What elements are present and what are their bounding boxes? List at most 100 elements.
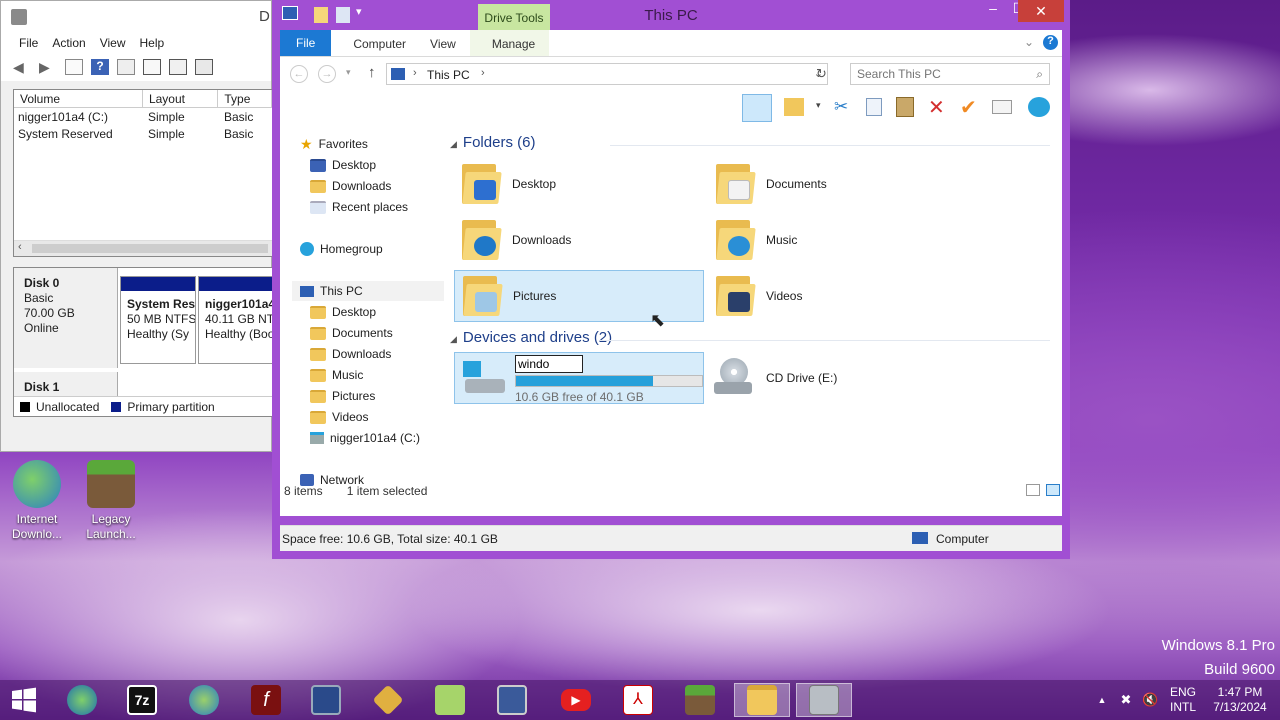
dropdown-icon[interactable]: ▾ — [816, 100, 821, 111]
properties-icon[interactable] — [65, 59, 83, 75]
forward-button[interactable]: → — [318, 65, 336, 83]
language-indicator[interactable]: ENG INTL — [1166, 680, 1200, 720]
taskbar-tool[interactable] — [360, 683, 416, 717]
nav-pc-videos[interactable]: Videos — [310, 407, 368, 427]
console-tree-icon[interactable] — [117, 59, 135, 75]
menu-action[interactable]: Action — [52, 36, 85, 50]
taskbar-browser[interactable] — [54, 683, 110, 717]
cd-drive-tile[interactable]: CD Drive (E:) — [708, 352, 958, 404]
back-button[interactable]: ← — [290, 65, 308, 83]
properties-globe-icon[interactable] — [1028, 97, 1050, 117]
horizontal-scrollbar[interactable]: ‹ — [14, 240, 272, 256]
collapse-icon[interactable]: ◢ — [450, 139, 457, 149]
column-type[interactable]: Type — [218, 90, 272, 107]
nav-pc-pictures[interactable]: Pictures — [310, 386, 375, 406]
refresh-icon[interactable] — [143, 59, 161, 75]
column-layout[interactable]: Layout — [143, 90, 219, 107]
partition-c[interactable]: nigger101a4 40.11 GB NTF Healthy (Boo — [198, 276, 274, 364]
folder-videos[interactable]: Videos — [708, 270, 958, 322]
breadcrumb-separator-icon[interactable]: › — [413, 67, 417, 79]
breadcrumb[interactable]: This PC — [427, 68, 470, 82]
nav-fav-recent[interactable]: Recent places — [310, 197, 408, 217]
paste-icon[interactable] — [896, 97, 914, 117]
nav-pc-documents[interactable]: Documents — [310, 323, 393, 343]
refresh-icon[interactable]: ↻ — [816, 66, 827, 82]
menu-view[interactable]: View — [100, 36, 126, 50]
folder-documents[interactable]: Documents — [708, 158, 958, 210]
rescan-icon[interactable] — [195, 59, 213, 75]
nav-favorites[interactable]: ★ Favorites — [300, 134, 368, 154]
taskbar-explorer[interactable] — [734, 683, 790, 717]
taskbar-flash[interactable]: f — [238, 683, 294, 717]
folder-options-icon[interactable] — [784, 98, 804, 116]
desktop-icon-internet-download[interactable]: Internet Downlo... — [2, 460, 72, 542]
up-button[interactable]: ↑ — [368, 64, 376, 81]
column-volume[interactable]: Volume — [14, 90, 143, 107]
folder-downloads[interactable]: Downloads — [454, 214, 704, 266]
folder-desktop[interactable]: Desktop — [454, 158, 704, 210]
tiles-view-icon[interactable] — [1046, 484, 1060, 496]
show-hidden-icons[interactable]: ▲ — [1096, 680, 1108, 720]
search-box[interactable]: ⌕ — [850, 63, 1050, 85]
devices-group-header[interactable]: ◢ Devices and drives (2) — [450, 329, 1050, 351]
nav-thispc[interactable]: This PC — [292, 281, 444, 301]
ribbon-expand-icon[interactable]: ⌄ — [1024, 35, 1034, 49]
recent-locations-icon[interactable]: ▾ — [346, 67, 351, 78]
taskbar-pdf[interactable]: ⅄ — [610, 683, 666, 717]
tab-view[interactable]: View — [420, 30, 470, 56]
nav-pc-drive-c[interactable]: nigger101a4 (C:) — [310, 428, 420, 448]
tab-manage[interactable]: Manage — [469, 30, 550, 56]
taskbar-disk-management[interactable] — [796, 683, 852, 717]
scroll-left-icon[interactable]: ‹ — [18, 241, 22, 253]
copy-icon[interactable] — [866, 98, 882, 116]
details-view-icon[interactable] — [1026, 484, 1040, 496]
taskbar-minecraft[interactable] — [672, 683, 728, 717]
forward-arrow-icon[interactable]: ▶ — [39, 59, 57, 75]
nav-fav-downloads[interactable]: Downloads — [310, 176, 391, 196]
address-bar[interactable]: › This PC › ⌄ — [386, 63, 828, 85]
tab-file[interactable]: File — [280, 30, 332, 56]
scroll-thumb[interactable] — [32, 244, 268, 253]
nav-pc-desktop[interactable]: Desktop — [310, 302, 376, 322]
nav-homegroup[interactable]: Homegroup — [300, 239, 383, 259]
search-input[interactable] — [857, 65, 1027, 83]
help-icon[interactable]: ? — [1043, 35, 1058, 50]
taskbar-monitor[interactable] — [484, 683, 540, 717]
help-icon[interactable]: ? — [91, 59, 109, 75]
folders-group-header[interactable]: ◢ Folders (6) — [450, 134, 1050, 156]
drive-c-tile[interactable]: 10.6 GB free of 40.1 GB — [454, 352, 704, 404]
desktop-icon-legacy-launcher[interactable]: Legacy Launch... — [76, 460, 146, 542]
volume-muted-icon[interactable]: 🔇 — [1142, 680, 1158, 720]
back-arrow-icon[interactable]: ◀ — [13, 59, 31, 75]
collapse-icon[interactable]: ◢ — [450, 334, 457, 344]
tab-computer[interactable]: Computer — [331, 30, 420, 56]
disk1-label[interactable]: Disk 1 — [14, 372, 118, 398]
clock[interactable]: 1:47 PM 7/13/2024 — [1204, 680, 1276, 720]
nav-pc-downloads[interactable]: Downloads — [310, 344, 391, 364]
settings-icon[interactable] — [169, 59, 187, 75]
nav-pc-music[interactable]: Music — [310, 365, 363, 385]
explorer-titlebar[interactable]: ▾ Drive Tools This PC – ☐ ✕ — [280, 0, 1064, 31]
nav-fav-desktop[interactable]: Desktop — [310, 155, 376, 175]
table-row[interactable]: System Reserved Simple Basic — [14, 125, 272, 142]
taskbar-7zip[interactable]: 7z — [114, 683, 170, 717]
taskbar-virtualbox[interactable] — [298, 683, 354, 717]
delete-icon[interactable]: ✕ — [928, 95, 945, 120]
start-button[interactable] — [0, 683, 48, 717]
taskbar-notepad[interactable] — [422, 683, 478, 717]
folder-music[interactable]: Music — [708, 214, 958, 266]
rename-input[interactable] — [515, 355, 583, 373]
menu-help[interactable]: Help — [140, 36, 165, 50]
minimize-button[interactable]: – — [980, 0, 1006, 22]
network-status-icon[interactable]: ✖ — [1118, 680, 1134, 720]
rename-icon[interactable] — [992, 100, 1012, 114]
table-row[interactable]: nigger101a4 (C:) Simple Basic — [14, 108, 272, 125]
taskbar-idm[interactable] — [176, 683, 232, 717]
partition-system-reserved[interactable]: System Res 50 MB NTFS Healthy (Sy — [120, 276, 196, 364]
folder-pictures[interactable]: Pictures — [454, 270, 704, 322]
close-button[interactable]: ✕ — [1018, 0, 1064, 22]
cut-icon[interactable]: ✂ — [834, 97, 848, 117]
breadcrumb-separator-icon[interactable]: › — [481, 67, 485, 79]
navigation-pane-icon[interactable] — [742, 94, 772, 122]
disk0-label[interactable]: Disk 0 Basic 70.00 GB Online — [14, 268, 118, 368]
